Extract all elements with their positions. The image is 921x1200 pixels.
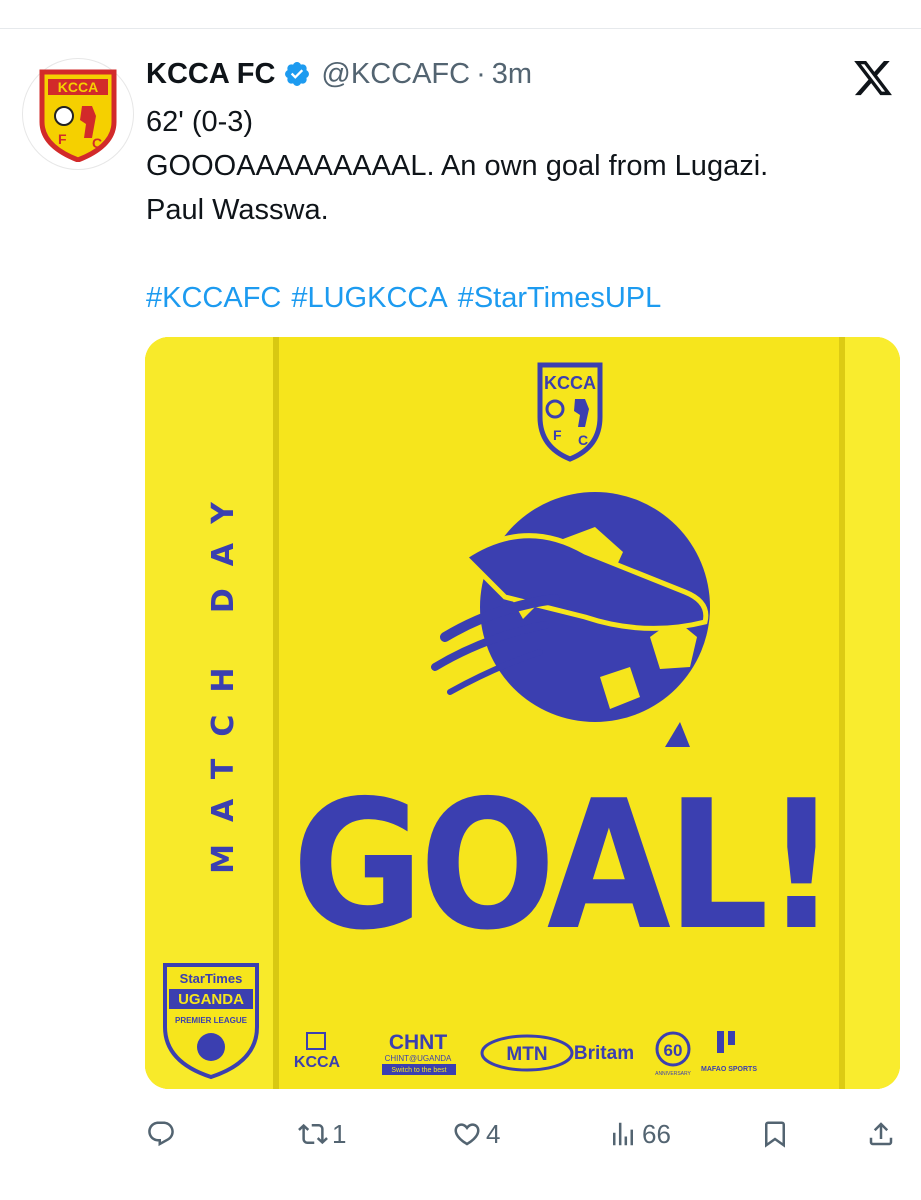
sponsor-anniversary: 60 [664,1041,683,1060]
bookmark-button[interactable] [760,1112,790,1156]
repost-icon [298,1123,328,1145]
views-chart-icon [613,1122,633,1146]
display-name[interactable]: KCCA FC [146,58,275,91]
poster-fold-shadow [273,337,279,1089]
sponsor-britam: Britam [574,1043,634,1064]
timestamp[interactable]: 3m [492,58,532,91]
kcca-crest-icon: KCCA F C [39,69,117,162]
svg-text:F: F [553,427,562,443]
reply-icon [148,1121,174,1147]
user-handle[interactable]: @KCCAFC [321,58,470,91]
views-count: 66 [642,1118,671,1149]
hashtag-link[interactable]: #StarTimesUPL [458,282,662,314]
poster-right-fold [839,337,845,1089]
tweet-actions: 1 4 66 [0,1112,921,1156]
tweet-line: GOOOAAAAAAAAAL. An own goal from Lugazi. [146,150,769,182]
goal-headline: GOAL! [292,762,834,969]
sponsor-mtn: MTN [506,1044,547,1065]
svg-text:C: C [92,135,102,151]
sponsor-chint-sub: CHINT@UGANDA [385,1054,452,1063]
league-sponsor: StarTimes [180,971,243,986]
bookmark-icon [765,1121,785,1148]
hashtags: #KCCAFC #LUGKCCA #StarTimesUPL [146,276,671,320]
tweet-text: 62' (0-3) GOOOAAAAAAAAAL. An own goal fr… [146,100,896,232]
sponsor-chint: CHNT [389,1031,447,1054]
sponsor-mafao: MAFAO SPORTS [701,1066,757,1073]
views-button[interactable]: 66 [608,1112,671,1156]
separator-dot: · [476,57,486,90]
svg-text:F: F [58,131,67,147]
tweet-header: KCCA FC @KCCAFC · 3m [146,54,532,94]
like-button[interactable]: 4 [452,1112,500,1156]
hashtag-link[interactable]: #LUGKCCA [291,282,447,314]
svg-text:C: C [578,432,588,448]
league-name: UGANDA [178,991,244,1008]
sponsor-anniversary-sub: ANNIVERSARY [655,1071,691,1077]
league-sub: PREMIER LEAGUE [175,1016,248,1025]
tweet-line: 62' (0-3) [146,106,254,138]
heart-icon [454,1123,480,1146]
repost-count: 1 [332,1118,347,1149]
like-count: 4 [486,1118,501,1149]
avatar[interactable]: KCCA F C [22,58,134,170]
share-icon [869,1122,893,1146]
repost-button[interactable]: 1 [298,1112,346,1156]
x-logo-icon[interactable] [852,57,894,99]
sponsor-chint-tag: Switch to the best [391,1067,446,1074]
poster-right-strip [845,337,900,1089]
league-badge-icon: StarTimes UGANDA PREMIER LEAGUE [163,963,259,1080]
sponsor-kcca: KCCA [294,1054,341,1071]
match-day-label: MATCH DAY [206,480,241,874]
crest-text: KCCA [544,373,596,393]
top-divider [0,0,921,29]
svg-text:KCCA: KCCA [58,79,98,95]
tweet-media-image[interactable]: MATCH DAY KCCA F C GOAL! StarTimes UGAND… [145,337,900,1089]
verified-badge-icon [283,60,311,88]
reply-button[interactable] [146,1112,180,1156]
tweet-line: Paul Wasswa. [146,194,329,226]
share-button[interactable] [866,1112,896,1156]
hashtag-link[interactable]: #KCCAFC [146,282,281,314]
